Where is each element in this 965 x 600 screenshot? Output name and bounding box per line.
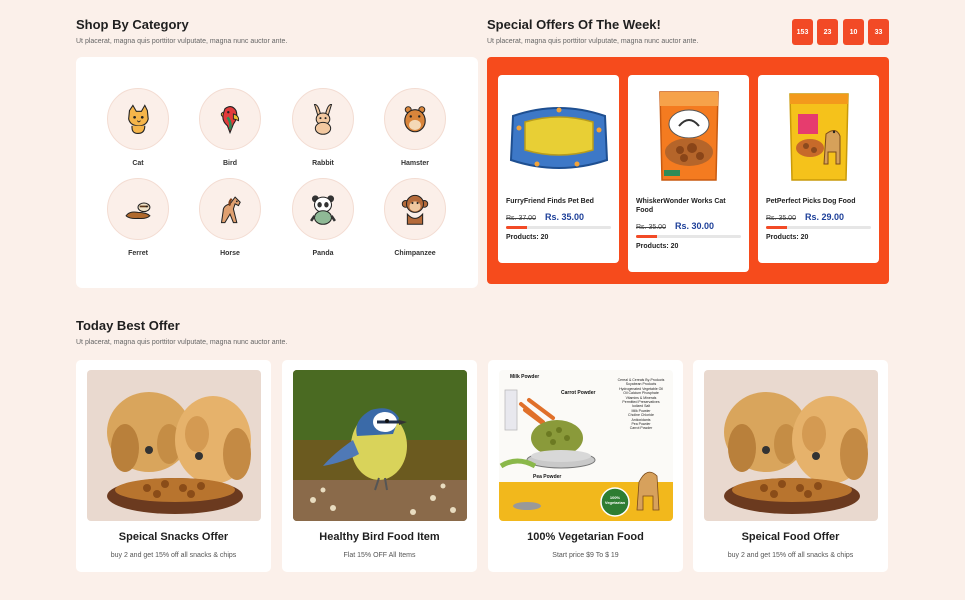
category-item-bird[interactable]: Bird: [190, 88, 270, 167]
product-name[interactable]: PetPerfect Picks Dog Food: [758, 197, 879, 206]
old-price: Rs. 37.00: [506, 215, 536, 222]
category-item-chimpanzee[interactable]: Chimpanzee: [375, 178, 455, 257]
category-label: Hamster: [400, 160, 429, 167]
product-image-pet-bed[interactable]: [498, 75, 619, 197]
poster-milk-label: Milk Powder: [510, 374, 540, 380]
category-label: Cat: [132, 160, 144, 167]
horse-icon: [220, 196, 241, 224]
card-subtitle: Flat 15% OFF All Items: [343, 552, 416, 559]
vegetarian-badge: 100% Vegetarian: [602, 495, 628, 505]
new-price: Rs. 29.00: [804, 212, 844, 222]
price-row: Rs. 35.00 Rs. 30.00: [628, 215, 749, 231]
category-label: Ferret: [128, 250, 148, 257]
vegetarian-food-poster-image[interactable]: Milk Powder Carrot Powder Pea Powder 100…: [499, 370, 673, 521]
price-row: Rs. 35.00 Rs. 29.00: [758, 206, 879, 222]
hamster-icon: [404, 106, 426, 133]
card-subtitle: buy 2 and get 15% off all snacks & chips: [110, 552, 237, 559]
card-title[interactable]: Speical Food Offer: [693, 531, 888, 543]
category-title: Shop By Category: [76, 17, 189, 32]
category-label: Panda: [312, 250, 334, 257]
category-item-horse[interactable]: Horse: [190, 178, 270, 257]
offer-card[interactable]: PetPerfect Picks Dog Food Rs. 35.00 Rs. …: [758, 75, 879, 263]
offers-subtitle: Ut placerat, magna quis porttitor vulput…: [487, 38, 699, 45]
puppies-eating-image[interactable]: [87, 370, 261, 521]
offers-title: Special Offers Of The Week!: [487, 17, 661, 32]
ingredient-item: Carrot Powder: [629, 426, 653, 431]
best-offer-card[interactable]: Speical Food Offer buy 2 and get 15% off…: [693, 360, 888, 572]
category-label: Rabbit: [312, 160, 334, 167]
chimpanzee-icon-circle[interactable]: [384, 178, 446, 240]
rabbit-icon-circle[interactable]: [292, 88, 354, 150]
pet-bed-image: [509, 107, 608, 169]
countdown-minutes: 10: [843, 19, 864, 45]
ferret-icon-circle[interactable]: [107, 178, 169, 240]
product-name[interactable]: FurryFriend Finds Pet Bed: [498, 197, 619, 206]
category-item-ferret[interactable]: Ferret: [98, 178, 178, 257]
ingredient-list: Cereal & Cereals By-Products Soyabean Pr…: [611, 378, 671, 431]
offer-card[interactable]: WhiskerWonder Works Cat Food Rs. 35.00 R…: [628, 75, 749, 272]
category-item-panda[interactable]: Panda: [283, 178, 363, 257]
countdown-days: 153: [792, 19, 813, 45]
stock-count: Products: 20: [506, 234, 549, 241]
poster-carrot-label: Carrot Powder: [561, 390, 596, 396]
best-offer-title: Today Best Offer: [76, 318, 180, 333]
category-item-cat[interactable]: Cat: [98, 88, 178, 167]
cat-icon-circle[interactable]: [107, 88, 169, 150]
category-label: Bird: [223, 160, 237, 167]
card-subtitle: buy 2 and get 15% off all snacks & chips: [727, 552, 854, 559]
offers-panel: FurryFriend Finds Pet Bed Rs. 37.00 Rs. …: [487, 57, 889, 284]
panda-icon: [310, 195, 336, 225]
product-name[interactable]: WhiskerWonder Works Cat Food: [628, 197, 749, 215]
poster-pea-label: Pea Powder: [533, 474, 562, 480]
product-image-cat-food[interactable]: [628, 75, 749, 197]
best-offer-card[interactable]: Healthy Bird Food Item Flat 15% OFF All …: [282, 360, 477, 572]
vegetarian-badge-bottom: Vegetarian: [604, 500, 626, 505]
puppies-eating-image[interactable]: [704, 370, 878, 521]
best-offer-card[interactable]: Speical Snacks Offer buy 2 and get 15% o…: [76, 360, 271, 572]
new-price: Rs. 35.00: [544, 212, 584, 222]
offer-card[interactable]: FurryFriend Finds Pet Bed Rs. 37.00 Rs. …: [498, 75, 619, 263]
card-title[interactable]: Speical Snacks Offer: [76, 531, 271, 543]
old-price: Rs. 35.00: [636, 224, 666, 231]
countdown-seconds: 33: [868, 19, 889, 45]
parrot-icon-circle[interactable]: [199, 88, 261, 150]
category-item-rabbit[interactable]: Rabbit: [283, 88, 363, 167]
card-title[interactable]: Healthy Bird Food Item: [282, 531, 477, 543]
panda-icon-circle[interactable]: [292, 178, 354, 240]
category-label: Chimpanzee: [394, 250, 436, 257]
stock-count: Products: 20: [766, 234, 809, 241]
category-subtitle: Ut placerat, magna quis porttitor vulput…: [76, 38, 288, 45]
card-title[interactable]: 100% Vegetarian Food: [488, 531, 683, 543]
cat-icon: [128, 104, 149, 135]
category-label: Horse: [220, 250, 240, 257]
card-subtitle: Start price $9 To $ 19: [552, 552, 619, 559]
countdown-hours: 23: [817, 19, 838, 45]
hamster-icon-circle[interactable]: [384, 88, 446, 150]
product-image-dog-food[interactable]: [758, 75, 879, 197]
category-panel: Cat Bird Rabbit Hamster Ferret Horse Pan…: [76, 57, 478, 288]
stock-count: Products: 20: [636, 243, 679, 250]
best-offer-card[interactable]: Milk Powder Carrot Powder Pea Powder 100…: [488, 360, 683, 572]
best-offer-subtitle: Ut placerat, magna quis porttitor vulput…: [76, 339, 288, 346]
rabbit-icon: [313, 104, 333, 135]
chimpanzee-icon: [401, 194, 429, 225]
new-price: Rs. 30.00: [674, 221, 714, 231]
category-item-hamster[interactable]: Hamster: [375, 88, 455, 167]
parrot-icon: [220, 106, 240, 135]
horse-icon-circle[interactable]: [199, 178, 261, 240]
old-price: Rs. 35.00: [766, 215, 796, 222]
price-row: Rs. 37.00 Rs. 35.00: [498, 206, 619, 222]
dog-food-bag-image: [788, 93, 849, 181]
cat-food-pouch-image: [658, 91, 719, 181]
ferret-icon: [125, 202, 151, 220]
blue-tit-bird-image[interactable]: [293, 370, 467, 521]
